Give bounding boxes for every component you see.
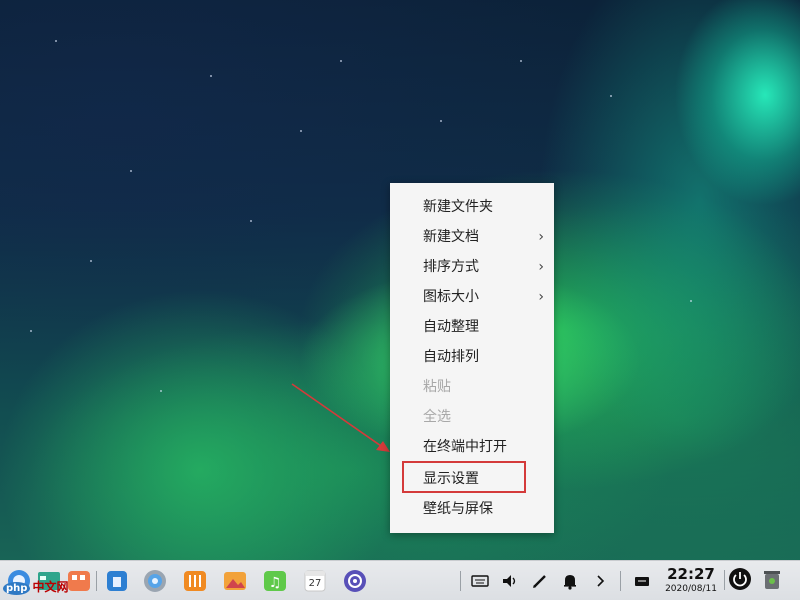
music-icon: ♫ bbox=[264, 571, 286, 591]
menu-item-wallpaper-screensaver[interactable]: 壁纸与屏保 bbox=[390, 494, 554, 524]
star bbox=[90, 260, 92, 262]
taskbar-separator bbox=[460, 571, 461, 591]
taskbar-app-1[interactable] bbox=[104, 568, 130, 594]
chevron-right-icon: › bbox=[538, 289, 544, 305]
watermark: php 中文网 bbox=[3, 578, 68, 595]
menu-item-open-in-terminal[interactable]: 在终端中打开 bbox=[390, 432, 554, 462]
power-button[interactable] bbox=[728, 567, 752, 591]
star bbox=[250, 220, 252, 222]
highlight-box bbox=[402, 461, 526, 493]
star bbox=[520, 60, 522, 62]
package-icon bbox=[107, 571, 127, 591]
menu-item-select-all: 全选 bbox=[390, 402, 554, 432]
menu-item-label: 新建文件夹 bbox=[423, 199, 493, 215]
image-viewer-icon bbox=[224, 572, 246, 590]
clock[interactable]: 22:27 2020/08/11 bbox=[662, 566, 720, 595]
menu-item-auto-arrange[interactable]: 自动整理 bbox=[390, 312, 554, 342]
star bbox=[300, 130, 302, 132]
taskbar-image-viewer[interactable] bbox=[222, 568, 248, 594]
taskbar-office[interactable] bbox=[182, 568, 208, 594]
menu-item-sort-by[interactable]: 排序方式 › bbox=[390, 252, 554, 282]
star bbox=[30, 330, 32, 332]
menu-item-label: 粘贴 bbox=[423, 379, 451, 395]
star bbox=[340, 60, 342, 62]
menu-item-label: 自动排列 bbox=[423, 349, 479, 365]
star bbox=[130, 170, 132, 172]
chevron-right-icon: › bbox=[538, 259, 544, 275]
chevron-right-icon: › bbox=[538, 229, 544, 245]
power-icon bbox=[729, 568, 751, 590]
menu-item-new-document[interactable]: 新建文档 › bbox=[390, 222, 554, 252]
taskbar-calendar[interactable]: 27 bbox=[302, 568, 328, 594]
star bbox=[440, 120, 442, 122]
annotation-arrow bbox=[291, 383, 390, 452]
menu-item-icon-size[interactable]: 图标大小 › bbox=[390, 282, 554, 312]
watermark-text: 中文网 bbox=[32, 580, 69, 594]
taskbar-separator bbox=[96, 571, 97, 591]
settings-icon bbox=[344, 570, 366, 592]
menu-item-label: 壁纸与屏保 bbox=[423, 501, 493, 517]
clock-date: 2020/08/11 bbox=[665, 584, 717, 594]
input-method-icon[interactable] bbox=[632, 571, 652, 591]
chevron-right-icon[interactable] bbox=[590, 571, 610, 591]
menu-item-label: 在终端中打开 bbox=[423, 439, 507, 455]
svg-text:♫: ♫ bbox=[269, 575, 282, 591]
taskbar-separator bbox=[724, 570, 725, 590]
menu-item-label: 自动整理 bbox=[423, 319, 479, 335]
star bbox=[210, 75, 212, 77]
taskbar-app-store[interactable] bbox=[66, 568, 92, 594]
keyboard-icon[interactable] bbox=[470, 571, 490, 591]
menu-item-new-folder[interactable]: 新建文件夹 bbox=[390, 192, 554, 222]
volume-icon[interactable] bbox=[500, 571, 520, 591]
menu-item-auto-align[interactable]: 自动排列 bbox=[390, 342, 554, 372]
star bbox=[610, 95, 612, 97]
taskbar-music[interactable]: ♫ bbox=[262, 568, 288, 594]
calendar-day: 27 bbox=[308, 578, 322, 589]
office-icon bbox=[184, 571, 206, 591]
taskbar-browser[interactable] bbox=[142, 568, 168, 594]
taskbar-separator bbox=[620, 571, 621, 591]
menu-item-label: 新建文档 bbox=[423, 229, 479, 245]
clock-time: 22:27 bbox=[667, 565, 715, 583]
menu-item-label: 全选 bbox=[423, 409, 451, 425]
star bbox=[690, 300, 692, 302]
pen-icon[interactable] bbox=[530, 571, 550, 591]
star bbox=[55, 40, 57, 42]
browser-icon bbox=[144, 570, 166, 592]
bell-icon[interactable] bbox=[560, 571, 580, 591]
menu-item-label: 排序方式 bbox=[423, 259, 479, 275]
star bbox=[160, 390, 162, 392]
app-store-icon bbox=[68, 571, 90, 591]
trash-button[interactable] bbox=[760, 567, 784, 591]
menu-item-label: 图标大小 bbox=[423, 289, 479, 305]
desktop[interactable]: 新建文件夹 新建文档 › 排序方式 › 图标大小 › 自动整理 自动排列 粘贴 … bbox=[0, 0, 800, 600]
watermark-badge: php bbox=[3, 582, 31, 595]
menu-item-paste: 粘贴 bbox=[390, 372, 554, 402]
taskbar-settings[interactable] bbox=[342, 568, 368, 594]
trash-icon bbox=[764, 571, 780, 589]
